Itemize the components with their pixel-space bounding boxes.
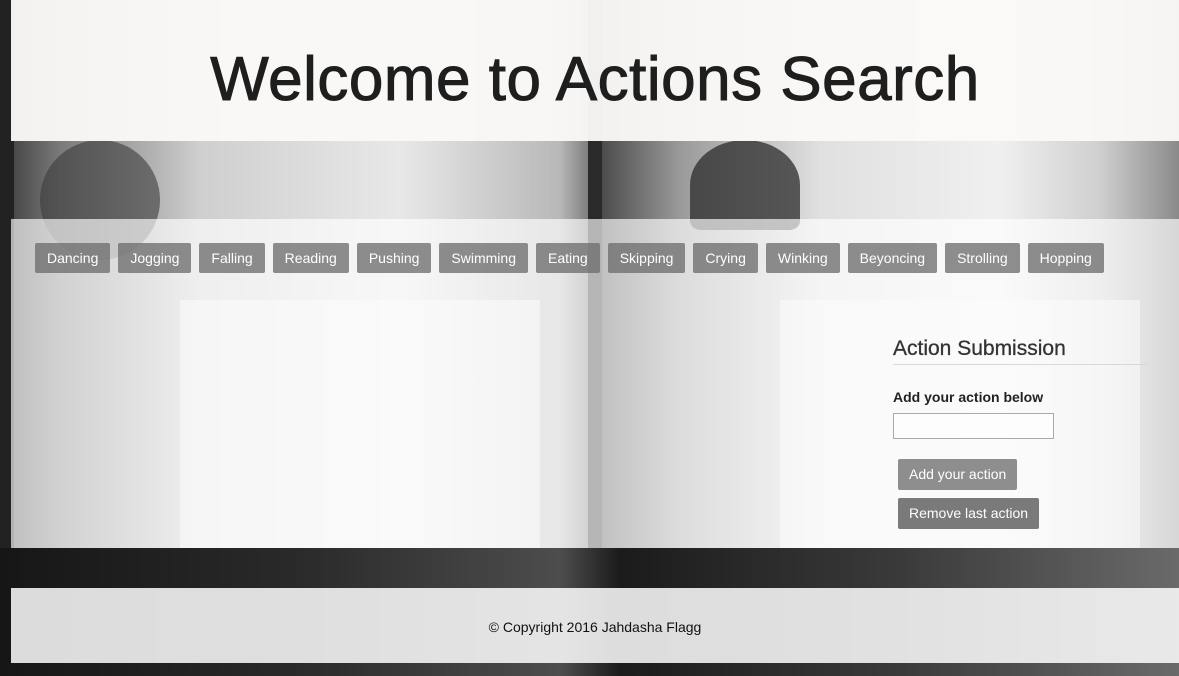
actions-list: Dancing Jogging Falling Reading Pushing …: [35, 243, 1104, 273]
action-button-falling[interactable]: Falling: [199, 243, 265, 273]
action-button-skipping[interactable]: Skipping: [607, 243, 686, 273]
action-button-reading[interactable]: Reading: [272, 243, 349, 273]
main-panel: Dancing Jogging Falling Reading Pushing …: [11, 219, 1179, 548]
action-button-hopping[interactable]: Hopping: [1027, 243, 1104, 273]
action-input-label: Add your action below: [893, 389, 1044, 405]
header-panel: Welcome to Actions Search: [11, 0, 1179, 141]
action-button-pushing[interactable]: Pushing: [356, 243, 432, 273]
copyright-text: © Copyright 2016 Jahdasha Flagg: [488, 619, 702, 635]
submission-heading: Action Submission: [893, 337, 1147, 365]
action-button-strolling[interactable]: Strolling: [945, 243, 1020, 273]
action-button-jogging[interactable]: Jogging: [118, 243, 192, 273]
action-button-beyoncing[interactable]: Beyoncing: [847, 243, 938, 273]
page-title: Welcome to Actions Search: [210, 45, 980, 115]
action-button-dancing[interactable]: Dancing: [35, 243, 111, 273]
action-button-crying[interactable]: Crying: [693, 243, 758, 273]
footer-panel: © Copyright 2016 Jahdasha Flagg: [11, 588, 1179, 663]
remove-last-action-button[interactable]: Remove last action: [898, 498, 1040, 529]
action-button-winking[interactable]: Winking: [765, 243, 840, 273]
action-input[interactable]: [893, 413, 1054, 439]
action-submission-form: Action Submission Add your action below …: [893, 337, 1147, 529]
action-button-eating[interactable]: Eating: [536, 243, 600, 273]
background-figure-right: [690, 140, 800, 230]
action-button-swimming[interactable]: Swimming: [439, 243, 528, 273]
add-action-button[interactable]: Add your action: [898, 459, 1018, 490]
